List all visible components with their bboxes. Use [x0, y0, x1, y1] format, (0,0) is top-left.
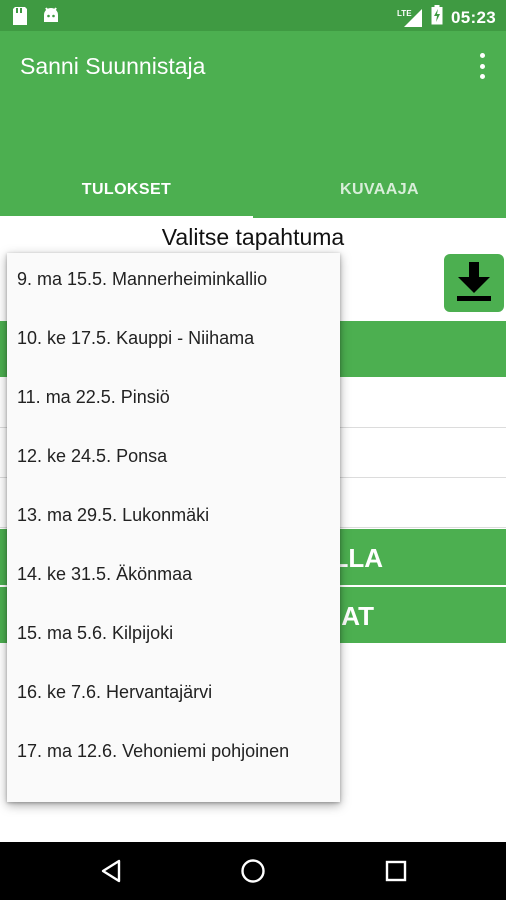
tab-kuvaaja[interactable]: KUVAAJA: [253, 181, 506, 199]
tab-indicator: [0, 216, 253, 219]
dropdown-item[interactable]: 15. ma 5.6. Kilpijoki: [7, 607, 340, 666]
recent-apps-icon: [385, 860, 407, 882]
overflow-menu-icon[interactable]: [478, 53, 486, 79]
home-button[interactable]: [213, 842, 293, 900]
dropdown-item[interactable]: 10. ke 17.5. Kauppi - Niihama: [7, 312, 340, 371]
event-dropdown[interactable]: 9. ma 15.5. Mannerheiminkallio 10. ke 17…: [7, 253, 340, 802]
dropdown-item[interactable]: 14. ke 31.5. Äkönmaa: [7, 548, 340, 607]
notification-icon: [12, 6, 28, 31]
app-title: Sanni Suunnistaja: [20, 53, 206, 79]
dropdown-item[interactable]: 16. ke 7.6. Hervantajärvi: [7, 666, 340, 725]
tab-tulokset[interactable]: TULOKSET: [0, 181, 253, 199]
clock: 05:23: [451, 7, 496, 27]
dropdown-item[interactable]: 13. ma 29.5. Lukonmäki: [7, 489, 340, 548]
download-icon: [457, 262, 491, 301]
back-icon: [101, 859, 121, 883]
dropdown-item[interactable]: 11. ma 22.5. Pinsiö: [7, 371, 340, 430]
action-button-2-label: AT: [341, 601, 374, 631]
dropdown-item[interactable]: 12. ke 24.5. Ponsa: [7, 430, 340, 489]
back-button[interactable]: [71, 842, 151, 900]
event-label: Valitse tapahtuma: [161, 224, 345, 250]
app-bar: Sanni Suunnistaja TULOKSET KUVAAJA: [0, 31, 506, 219]
android-icon: [42, 6, 60, 31]
action-button-1-label: LLA: [332, 543, 383, 573]
home-icon: [241, 859, 265, 883]
download-button[interactable]: [444, 254, 504, 312]
signal-icon: LTE: [397, 8, 423, 28]
dropdown-item[interactable]: 17. ma 12.6. Vehoniemi pohjoinen: [7, 725, 340, 784]
battery-charging-icon: [431, 5, 443, 30]
recent-apps-button[interactable]: [356, 842, 436, 900]
navigation-bar: [0, 842, 506, 900]
status-bar: LTE 05:23: [0, 0, 506, 31]
dropdown-item[interactable]: 9. ma 15.5. Mannerheiminkallio: [7, 253, 340, 312]
network-label: LTE: [397, 8, 412, 18]
